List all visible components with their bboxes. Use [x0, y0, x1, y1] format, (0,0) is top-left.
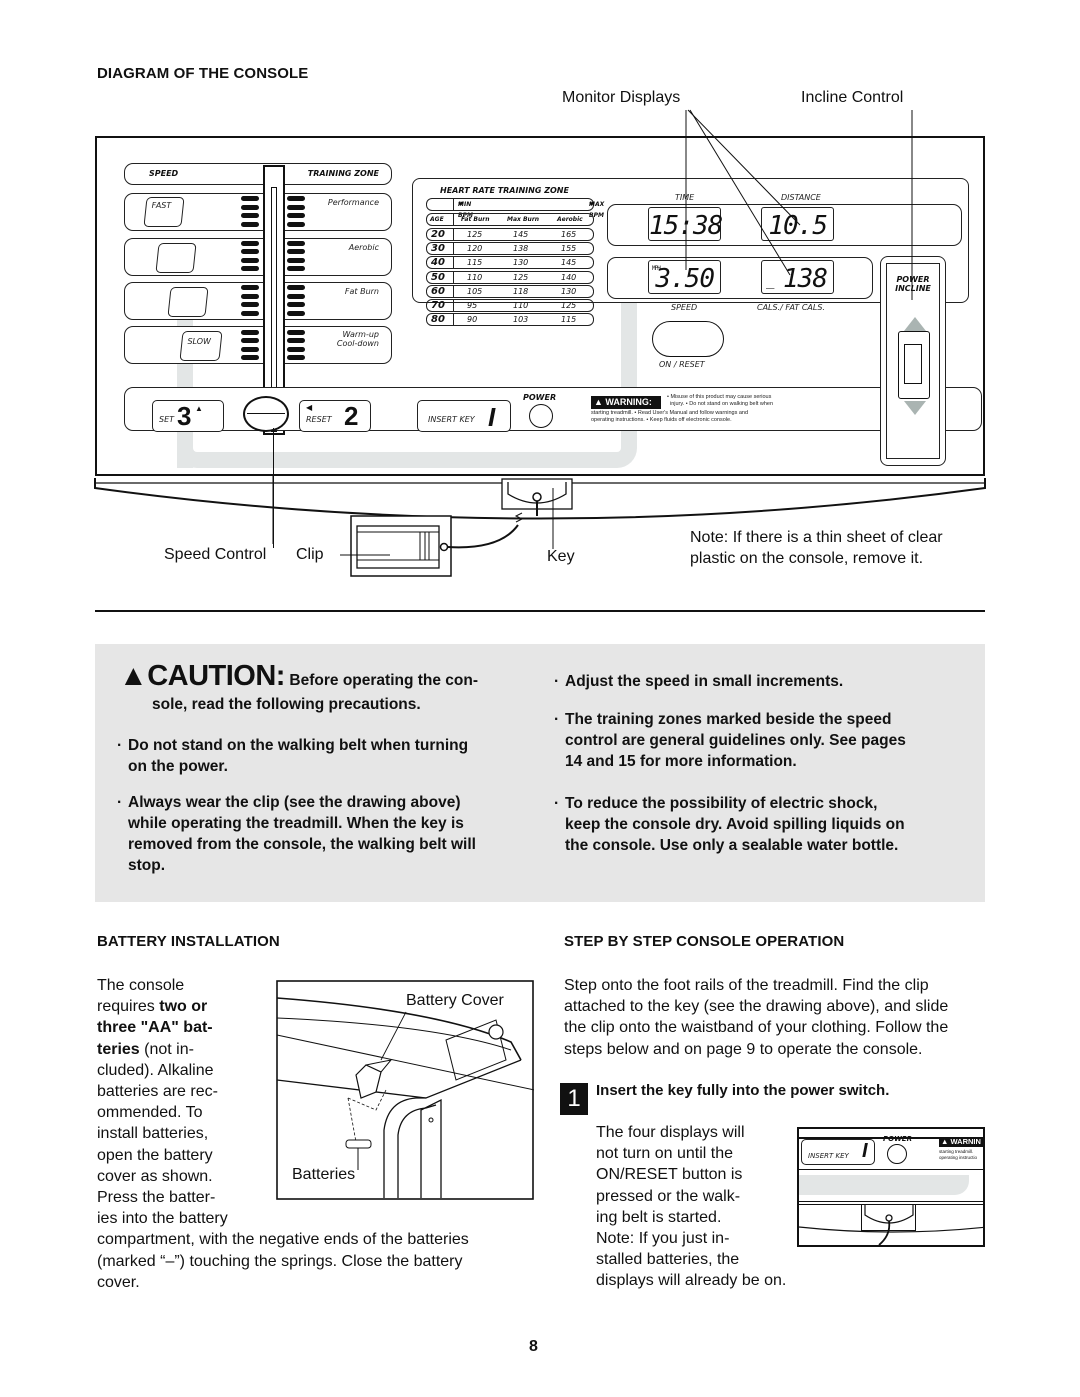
callout-key: Key	[547, 548, 575, 565]
incline-down-icon	[904, 401, 926, 415]
speed-notch	[287, 338, 305, 344]
incline-rocker-switch[interactable]	[898, 331, 930, 399]
caution-warning-icon: ▲	[119, 660, 148, 692]
mini-insert-key-slot: INSERT KEY I	[801, 1139, 875, 1165]
speed-notch	[241, 310, 259, 316]
batteries-label: Batteries	[292, 1166, 356, 1183]
warning-text: • Misuse of this product may cause serio…	[667, 394, 774, 407]
callout-leaders	[685, 109, 913, 300]
speed-notch	[287, 302, 305, 308]
callout-clip: Clip	[296, 546, 324, 563]
speed-notch	[241, 302, 259, 308]
hr-bpm-cell: 110	[513, 301, 529, 310]
step-number-badge: 1	[560, 1083, 588, 1115]
speed-notch	[241, 355, 259, 361]
mini-power-label: POWER	[883, 1135, 912, 1143]
set-button[interactable]: SET 3 ▲	[152, 400, 224, 432]
incline-up-icon	[904, 317, 926, 331]
mini-warning-badge: ▲ WARNIN	[939, 1137, 983, 1147]
speed-notch	[241, 338, 259, 344]
hr-bpm-cell: 125	[561, 301, 577, 310]
page-number: 8	[529, 1338, 538, 1355]
set-label: SET	[159, 415, 175, 424]
on-reset-label: ON / RESET	[659, 360, 705, 369]
hr-bpm-cell: 95	[467, 301, 478, 310]
up-arrow-icon: ▲	[195, 404, 203, 413]
speed-notch	[287, 310, 305, 316]
mini-warning-text: starting treadmill. operating instructio	[939, 1149, 978, 1160]
operation-heading: STEP BY STEP CONSOLE OPERATION	[564, 933, 845, 950]
warning-triangle-icon: ▲	[594, 397, 606, 407]
warning-badge: ▲ WARNING:	[591, 396, 661, 409]
step-title: Insert the key fully into the power swit…	[596, 1082, 890, 1099]
hr-table-row: 70 95 110 125	[426, 299, 594, 312]
left-arrow-icon: ◀	[306, 403, 313, 412]
section-divider	[95, 610, 985, 612]
speed-notch	[241, 329, 259, 335]
caution-heading: ▲CAUTION: Before operating the con-	[119, 660, 479, 692]
hr-bpm-cell: 90	[467, 315, 478, 325]
slow-label: SLOW	[187, 337, 211, 346]
mini-console-figure: INSERT KEY I POWER ▲ WARNIN starting tre…	[797, 1127, 985, 1247]
speed-notch	[287, 329, 305, 335]
hr-table-row: 80 90 103 115	[426, 313, 594, 327]
cals-label: CALS./ FAT CALS.	[757, 303, 825, 312]
power-label: POWER	[523, 393, 557, 402]
speed-display-label: SPEED	[671, 303, 698, 312]
caution-box: ▲CAUTION: Before operating the con- sole…	[95, 644, 985, 902]
reset-number: 2	[344, 401, 359, 431]
speed-notch	[287, 346, 305, 352]
insert-key-slot[interactable]: INSERT KEY I	[417, 400, 511, 432]
callout-speed-control: Speed Control	[164, 546, 267, 563]
warning-text-cont: starting treadmill. • Read User's Manual…	[591, 410, 749, 423]
operation-intro: Step onto the foot rails of the treadmil…	[564, 977, 949, 1058]
caution-intro-cont: sole, read the following precautions.	[152, 696, 421, 713]
hr-bpm-cell: 103	[513, 315, 529, 325]
zone-warmup-cooldown: Warm-up Cool-down	[336, 330, 379, 348]
speed-notch	[287, 355, 305, 361]
insert-key-number: I	[488, 402, 496, 432]
insert-key-label: INSERT KEY	[428, 415, 475, 424]
caution-bullet-1: · Do not stand on the walking belt when t…	[117, 737, 469, 775]
speed-slider-handle[interactable]	[243, 396, 289, 432]
step-text: The four displays will not turn on until…	[596, 1124, 787, 1290]
battery-cover-label: Battery Cover	[406, 992, 504, 1009]
speed-control-leader	[273, 428, 274, 548]
speed-notch	[241, 346, 259, 352]
caution-bullet-2: · Always wear the clip (see the drawing …	[117, 794, 476, 874]
caution-bullet-5: · To reduce the possibility of electric …	[554, 795, 905, 854]
slow-button[interactable]: SLOW	[179, 331, 223, 361]
decor-track	[177, 438, 637, 468]
hr-age-cell: 80	[431, 314, 445, 326]
battery-heading: BATTERY INSTALLATION	[97, 933, 280, 950]
caution-bullet-3: · Adjust the speed in small increments.	[554, 673, 844, 690]
hr-age-cell: 70	[431, 300, 445, 311]
clear-plastic-note: Note: If there is a thin sheet of clear …	[690, 529, 943, 567]
clip-drawing	[340, 512, 524, 577]
caution-bullet-4: · The training zones marked beside the s…	[554, 711, 906, 770]
reset-label: RESET	[306, 415, 332, 424]
on-reset-button[interactable]	[652, 321, 724, 357]
mini-power-button	[887, 1144, 907, 1164]
power-button[interactable]	[529, 404, 553, 428]
set-number: 3	[177, 401, 192, 431]
hr-bpm-cell: 115	[561, 315, 577, 325]
reset-button[interactable]: ◀ RESET 2	[299, 400, 371, 432]
